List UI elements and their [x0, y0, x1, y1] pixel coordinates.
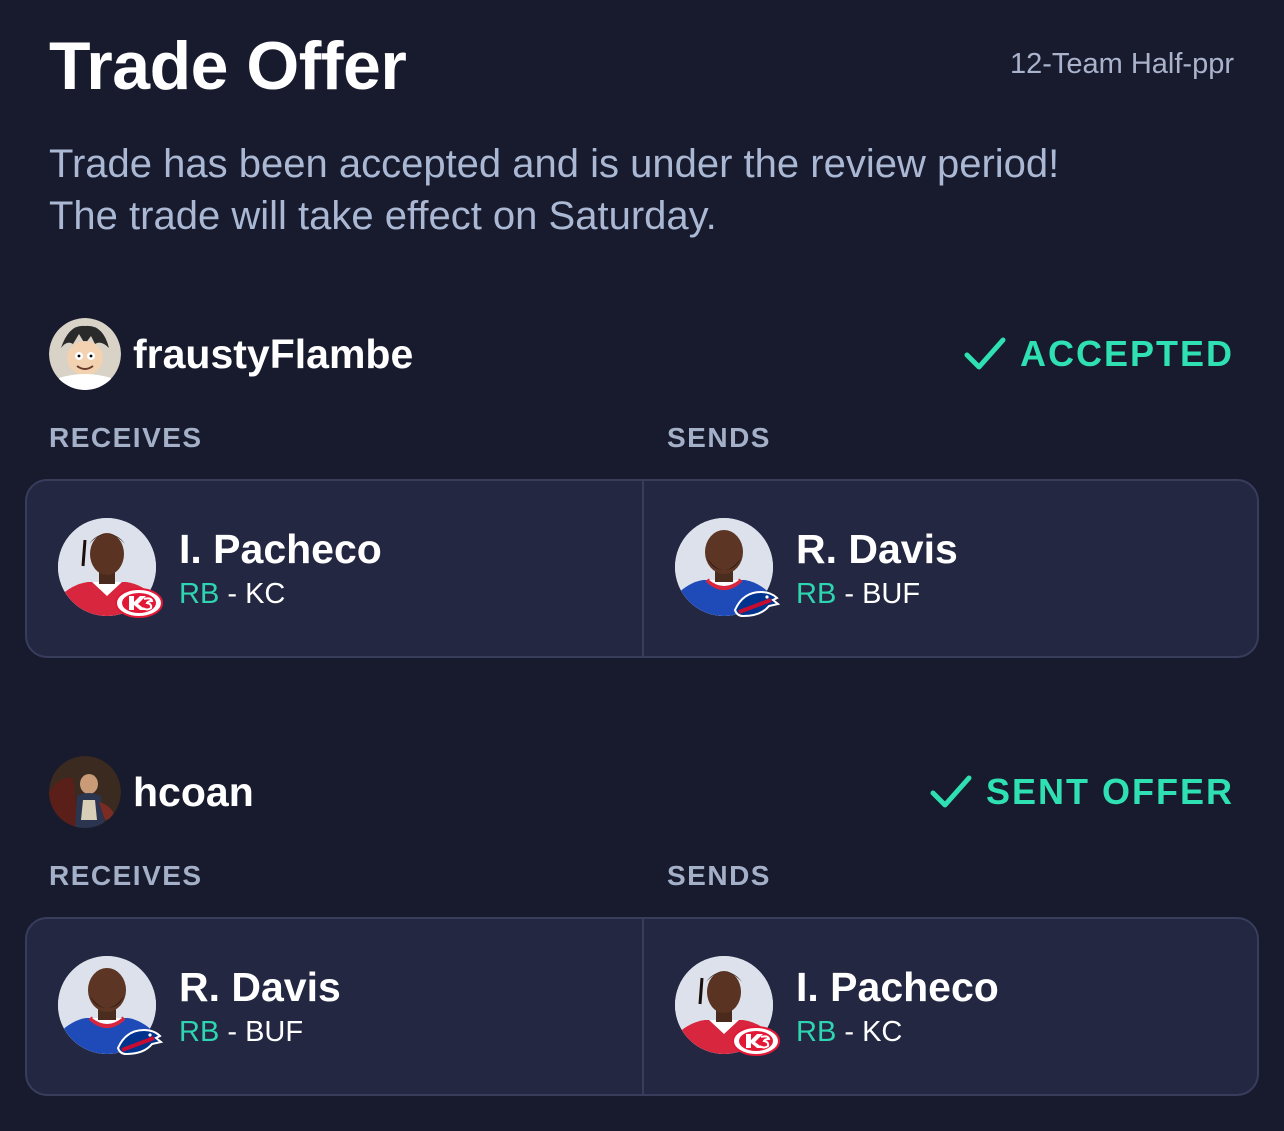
cartoon-avatar[interactable] [49, 318, 121, 390]
player-position-team: RB - BUF [796, 577, 920, 611]
player-position-team: RB - BUF [179, 1015, 303, 1049]
player-team: KC [245, 578, 286, 610]
trade-card: R. Davis RB - BUF I. Pacheco RB - KC [25, 917, 1259, 1096]
separator: - [844, 1016, 855, 1048]
receives-label: RECEIVES [49, 422, 203, 453]
player-headshot [58, 956, 163, 1056]
separator: - [227, 1016, 238, 1048]
team-header: fraustyFlambe ACCEPTED [49, 318, 1234, 390]
player-position-team: RB - KC [796, 1015, 902, 1049]
status-text: ACCEPTED [1019, 333, 1234, 374]
sends-player-card[interactable]: R. Davis RB - BUF [642, 481, 1257, 656]
separator: - [844, 578, 855, 610]
player-name: R. Davis [796, 526, 958, 572]
chiefs-logo-icon [732, 1026, 780, 1056]
sends-label: SENDS [667, 422, 771, 453]
check-icon [930, 775, 972, 808]
receives-player-card[interactable]: R. Davis RB - BUF [27, 919, 642, 1094]
bills-logo-icon [733, 590, 780, 618]
sends-label: SENDS [667, 860, 771, 891]
player-position: RB [796, 578, 837, 610]
player-name: I. Pacheco [179, 526, 382, 572]
player-headshot [675, 518, 780, 618]
player-headshot [675, 956, 780, 1056]
status-badge-accepted: ACCEPTED [964, 332, 1234, 376]
sends-player-card[interactable]: I. Pacheco RB - KC [642, 919, 1257, 1094]
status-badge-sent-offer: SENT OFFER [930, 770, 1234, 814]
receives-player-card[interactable]: I. Pacheco RB - KC [27, 481, 642, 656]
player-name: R. Davis [179, 964, 341, 1010]
separator: - [227, 578, 238, 610]
username[interactable]: fraustyFlambe [133, 330, 413, 378]
message-line-2: The trade will take effect on Saturday. [49, 194, 717, 238]
message-line-1: Trade has been accepted and is under the… [49, 142, 1060, 186]
painting-avatar[interactable] [49, 756, 121, 828]
player-team: BUF [862, 578, 921, 610]
player-position: RB [796, 1016, 837, 1048]
check-icon [964, 337, 1006, 370]
trade-offer-page: Trade Offer 12-Team Half-ppr Trade has b… [0, 0, 1284, 1131]
receives-label: RECEIVES [49, 860, 203, 891]
chiefs-logo-icon [115, 588, 163, 618]
player-team: BUF [245, 1016, 304, 1048]
team-header: hcoan SENT OFFER [49, 756, 1234, 828]
player-position-team: RB - KC [179, 577, 285, 611]
trade-card: I. Pacheco RB - KC R. Davis RB - BUF [25, 479, 1259, 658]
username[interactable]: hcoan [133, 768, 254, 816]
player-team: KC [862, 1016, 903, 1048]
player-position: RB [179, 1016, 220, 1048]
page-title: Trade Offer [49, 28, 407, 104]
status-text: SENT OFFER [985, 771, 1234, 812]
player-headshot [58, 518, 163, 618]
league-label: 12-Team Half-ppr [1009, 48, 1234, 80]
player-name: I. Pacheco [796, 964, 999, 1010]
player-position: RB [179, 578, 220, 610]
header: Trade Offer 12-Team Half-ppr [49, 22, 1234, 112]
trade-status-message: Trade has been accepted and is under the… [49, 138, 1239, 242]
bills-logo-icon [116, 1028, 163, 1056]
